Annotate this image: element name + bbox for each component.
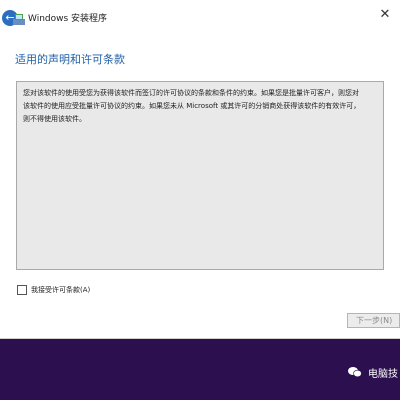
- watermark: 电脑技: [348, 364, 398, 380]
- title-bar: ← Windows 安装程序 ✕: [0, 0, 400, 36]
- accept-checkbox[interactable]: [17, 285, 27, 295]
- page-title: 适用的声明和许可条款: [15, 53, 125, 66]
- window-title: Windows 安装程序: [28, 14, 108, 24]
- accept-terms-row[interactable]: 我接受许可条款(A): [17, 284, 90, 296]
- setup-icon: [13, 14, 25, 25]
- close-icon[interactable]: ✕: [376, 6, 394, 24]
- next-button[interactable]: 下一步(N): [347, 313, 400, 328]
- wechat-icon: [348, 367, 362, 378]
- watermark-text: 电脑技: [368, 368, 398, 380]
- accept-label[interactable]: 我接受许可条款(A): [31, 285, 90, 295]
- license-terms-box[interactable]: 您对该软件的使用受您为获得该软件而签订的许可协议的条款和条件的约束。如果您是批量…: [16, 81, 384, 270]
- license-text: 您对该软件的使用受您为获得该软件而签订的许可协议的条款和条件的约束。如果您是批量…: [23, 89, 361, 123]
- setup-window: ← Windows 安装程序 ✕ 适用的声明和许可条款 您对该软件的使用受您为获…: [0, 0, 400, 339]
